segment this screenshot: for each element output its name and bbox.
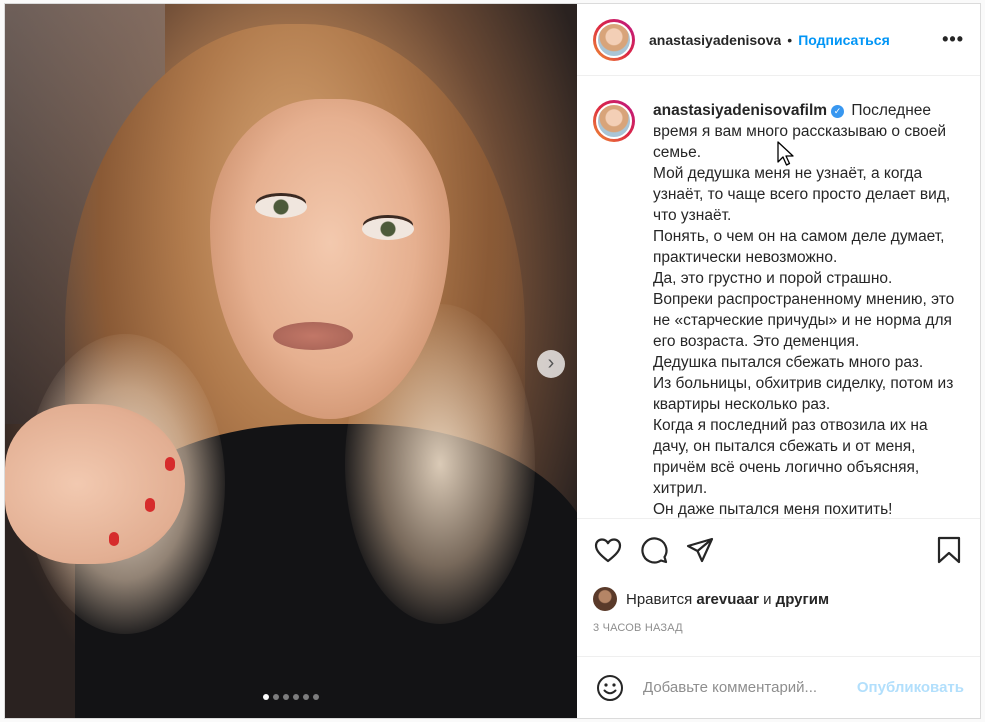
photo-eye	[255, 196, 307, 218]
verified-badge-icon: ✓	[831, 105, 845, 118]
caption-line: Мой дедушка меня не узнаёт, а когда узна…	[653, 165, 951, 224]
caption-line: Когда я последний раз отвозила их на дач…	[653, 417, 928, 497]
caption-line: Понять, о чем он на самом деле думает, п…	[653, 228, 945, 266]
avatar	[596, 21, 632, 58]
comment-input[interactable]: Добавьте комментарий...	[643, 679, 849, 696]
caption-line: Дедушка пытался сбежать много раз.	[653, 354, 924, 371]
carousel-next-button[interactable]: ›	[537, 350, 565, 378]
emoji-icon[interactable]	[595, 673, 625, 703]
post-header: anastasiyadenisova • Подписаться •••	[577, 4, 980, 76]
follow-button[interactable]: Подписаться	[798, 32, 890, 48]
publish-button[interactable]: Опубликовать	[857, 679, 964, 696]
more-options-icon[interactable]: •••	[942, 29, 964, 50]
header-username-link[interactable]: anastasiyadenisova	[649, 32, 781, 48]
likes-and: и	[763, 590, 772, 608]
share-icon[interactable]	[685, 535, 715, 565]
heart-icon[interactable]	[593, 535, 623, 565]
bookmark-icon[interactable]	[934, 535, 964, 565]
story-ring[interactable]	[593, 18, 635, 61]
photo-lips	[273, 322, 353, 350]
post-side-panel: anastasiyadenisova • Подписаться ••• ana…	[577, 4, 980, 718]
likes-summary: Нравится arevuaar и другим	[577, 584, 980, 614]
post-timestamp[interactable]: 3 ЧАСОВ НАЗАД	[577, 622, 980, 640]
caption-line: Да, это грустно и порой страшно.	[653, 270, 893, 287]
photo-eye	[362, 218, 414, 240]
avatar	[596, 103, 632, 139]
carousel-dot	[273, 694, 279, 700]
comment-bar: Добавьте комментарий... Опубликовать	[577, 656, 980, 718]
carousel-dot	[263, 694, 269, 700]
caption-area[interactable]: anastasiyadenisovafilm ✓ Последнее время …	[577, 76, 980, 518]
carousel-dot	[313, 694, 319, 700]
liker-username-link[interactable]: arevuaar	[696, 591, 759, 608]
caption-line: Из больницы, обхитрив сиделку, потом из …	[653, 375, 954, 413]
post-actions	[577, 518, 980, 580]
likes-prefix: Нравится	[626, 590, 693, 608]
carousel-dot	[293, 694, 299, 700]
carousel-dot	[303, 694, 309, 700]
carousel-dot	[283, 694, 289, 700]
chevron-right-icon: ›	[547, 352, 555, 374]
likes-others-link[interactable]: другим	[776, 591, 829, 608]
story-ring[interactable]	[593, 100, 635, 142]
photo-nail	[145, 498, 155, 512]
photo-nail	[109, 532, 119, 546]
liker-avatar[interactable]	[593, 587, 617, 611]
caption-text: anastasiyadenisovafilm ✓ Последнее время …	[653, 100, 964, 518]
carousel-indicator	[5, 694, 577, 700]
caption-line: Он даже пытался меня похитить!	[653, 501, 893, 518]
caption-line: Вопреки распространенному мнению, это не…	[653, 291, 955, 350]
post-dialog: › anastasiyadenisova • Подписаться ••• a…	[4, 3, 981, 719]
separator-dot: •	[787, 31, 793, 48]
comment-icon[interactable]	[639, 535, 669, 565]
photo-nail	[165, 457, 175, 471]
photo-hand	[5, 404, 185, 564]
post-photo[interactable]: ›	[5, 4, 577, 718]
caption-username-link[interactable]: anastasiyadenisovafilm	[653, 102, 827, 119]
